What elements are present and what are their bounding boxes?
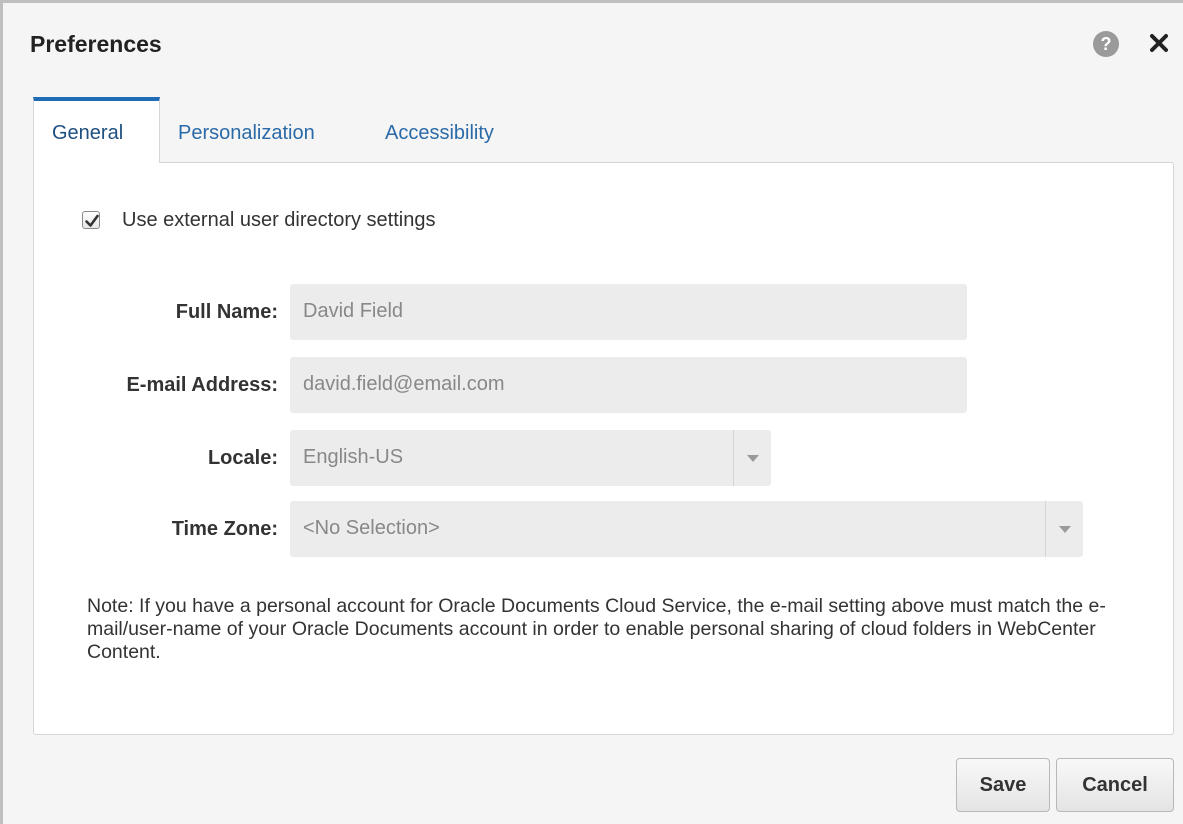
tab-bar: General Personalization Accessibility — [33, 97, 1173, 163]
cancel-button[interactable]: Cancel — [1056, 758, 1174, 812]
use-external-checkbox[interactable] — [82, 211, 100, 229]
time-zone-select[interactable]: <No Selection> — [290, 501, 1083, 557]
time-zone-label: Time Zone: — [171, 518, 278, 540]
tab-general-label: General — [52, 122, 124, 144]
email-field[interactable]: david.field@email.com — [290, 357, 967, 413]
tab-accessibility[interactable]: Accessibility — [385, 97, 545, 163]
locale-value: English-US — [303, 446, 404, 468]
full-name-label: Full Name: — [175, 301, 278, 323]
time-zone-dropdown-button[interactable] — [1045, 501, 1083, 557]
general-panel: Use external user directory settings Ful… — [33, 162, 1174, 735]
locale-select[interactable]: English-US — [290, 430, 771, 486]
help-icon[interactable]: ? — [1093, 31, 1119, 57]
dialog-title: Preferences — [30, 31, 162, 57]
tab-personalization[interactable]: Personalization — [178, 97, 358, 163]
tab-personalization-label: Personalization — [178, 122, 315, 144]
note-text: Note: If you have a personal account for… — [87, 595, 1106, 663]
tab-accessibility-label: Accessibility — [385, 122, 494, 144]
locale-dropdown-button[interactable] — [733, 430, 771, 486]
chevron-down-icon — [747, 455, 759, 462]
chevron-down-icon — [1059, 526, 1071, 533]
locale-label: Locale: — [207, 447, 278, 469]
full-name-field[interactable]: David Field — [290, 284, 967, 340]
dialog-titlebar: Preferences ? — [3, 3, 1183, 83]
email-label: E-mail Address: — [126, 374, 278, 396]
preferences-dialog: Preferences ? General Personalization Ac… — [0, 0, 1183, 824]
checkmark-icon — [85, 214, 99, 227]
close-icon[interactable] — [1145, 28, 1173, 58]
tab-general[interactable]: General — [33, 97, 160, 163]
use-external-label: Use external user directory settings — [122, 209, 436, 231]
full-name-value: David Field — [303, 300, 404, 322]
save-button[interactable]: Save — [956, 758, 1050, 812]
time-zone-value: <No Selection> — [303, 517, 440, 539]
email-value: david.field@email.com — [303, 373, 505, 395]
